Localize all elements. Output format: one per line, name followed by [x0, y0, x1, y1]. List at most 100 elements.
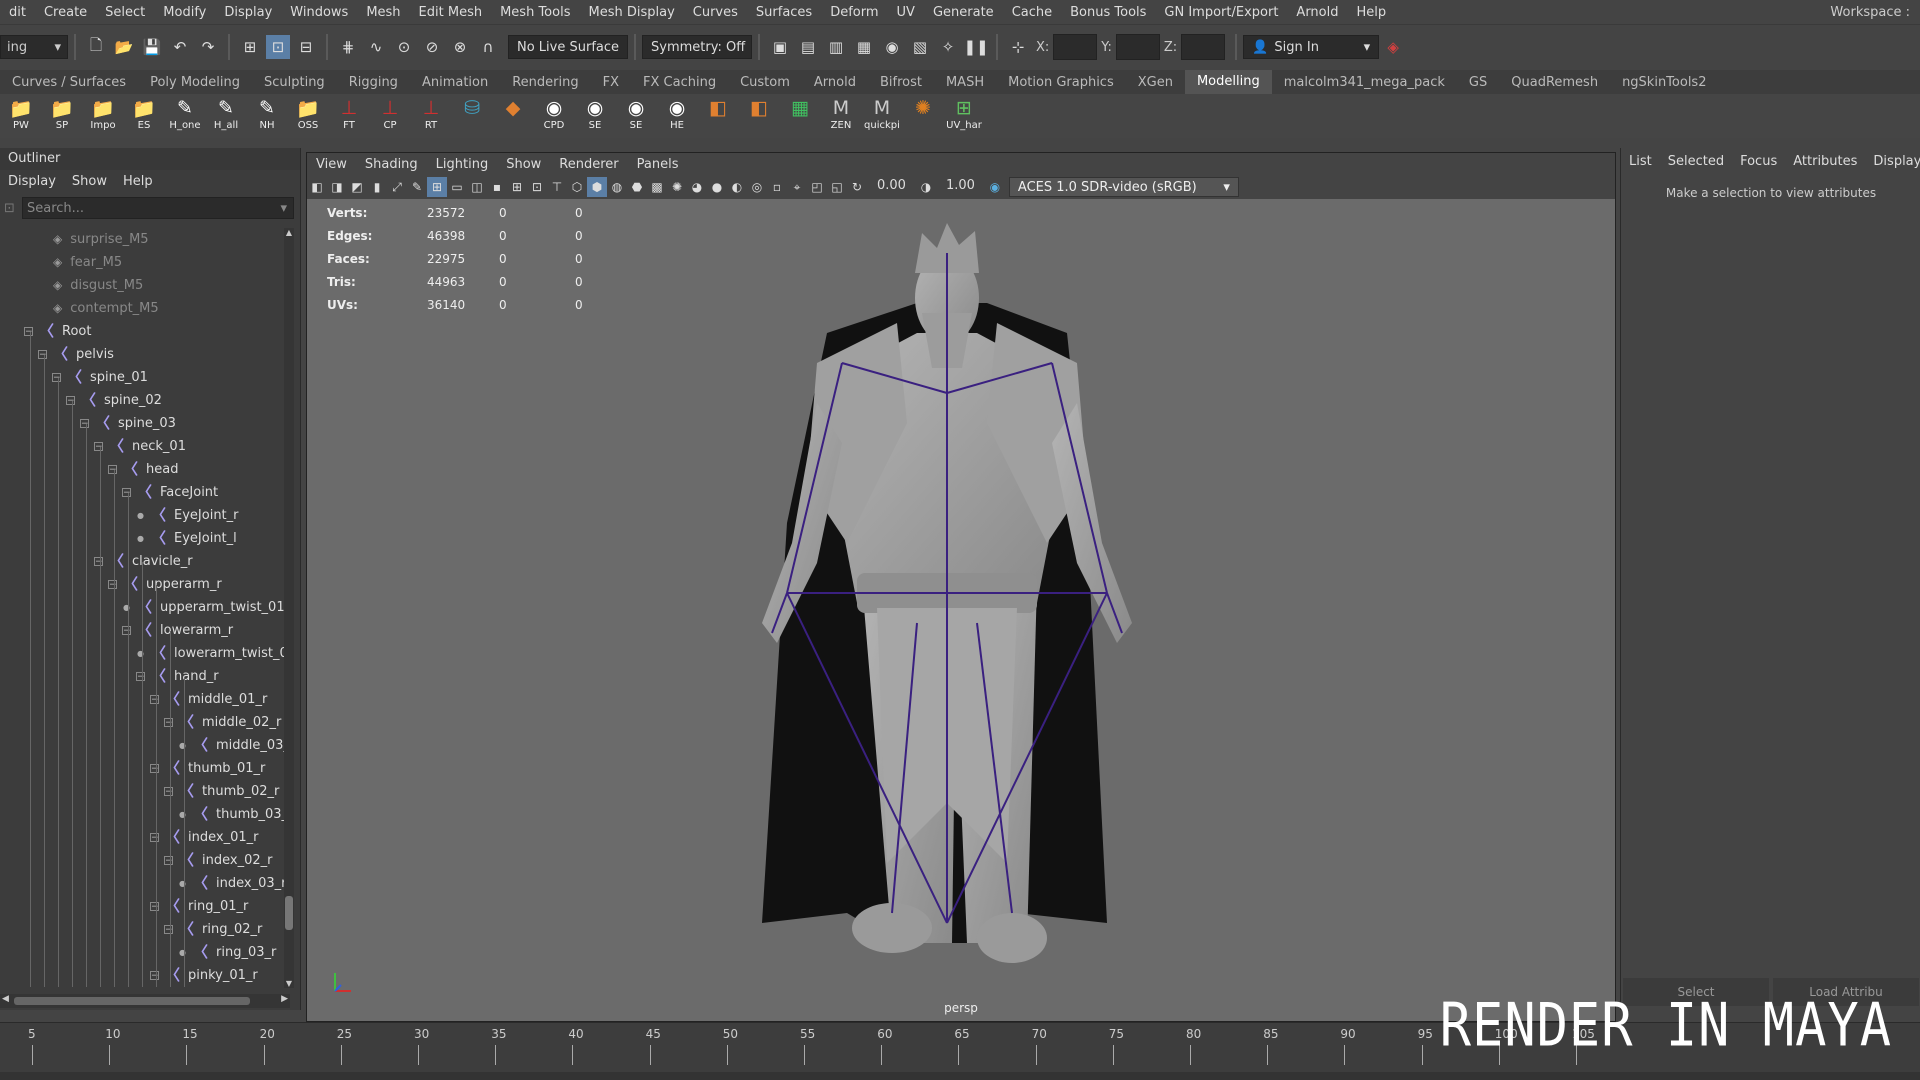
z-coordinate-field[interactable]: [1181, 34, 1226, 60]
shelf-tab[interactable]: Motion Graphics: [996, 75, 1126, 90]
outliner-node[interactable]: − 〈 spine_01: [52, 366, 148, 389]
shelf-button[interactable]: ⊥ RT: [411, 96, 451, 136]
collapse-toggle-icon[interactable]: −: [38, 350, 47, 360]
outliner-node[interactable]: − 〈 spine_02: [66, 389, 162, 412]
outliner-node[interactable]: − 〈 upperarm_r: [108, 573, 222, 596]
outliner-node[interactable]: − 〈 middle_02_r: [164, 711, 281, 734]
menu-item[interactable]: dit: [0, 5, 35, 20]
shelf-button[interactable]: ◆: [493, 96, 533, 136]
character-model[interactable]: [667, 223, 1227, 983]
shelf-tab[interactable]: FX Caching: [631, 75, 728, 90]
collapse-toggle-icon[interactable]: −: [108, 580, 117, 590]
shelf-button[interactable]: Mquickpi: [862, 96, 902, 136]
motion-blur-icon[interactable]: ◐: [727, 177, 747, 197]
select-hierarchy-icon[interactable]: ⊞: [238, 35, 262, 59]
shelf-button[interactable]: ⊞ UV_har: [944, 96, 984, 136]
live-surface-field[interactable]: No Live Surface: [508, 35, 628, 59]
shelf-tab[interactable]: malcolm341_mega_pack: [1272, 75, 1457, 90]
menu-item[interactable]: Edit Mesh: [410, 5, 492, 20]
shelf-tab[interactable]: Sculpting: [252, 75, 337, 90]
collapse-toggle-icon[interactable]: −: [122, 626, 131, 636]
outliner-node[interactable]: ● 〈 ring_03_r: [178, 941, 276, 964]
film-gate-icon[interactable]: ▭: [447, 177, 467, 197]
menu-item[interactable]: Display: [215, 5, 281, 20]
wireframe-icon[interactable]: ⬡: [567, 177, 587, 197]
shelf-button[interactable]: ◉ HE: [657, 96, 697, 136]
outliner-node[interactable]: − 〈 FaceJoint: [122, 481, 218, 504]
menu-item[interactable]: UV: [888, 5, 924, 20]
shelf-button[interactable]: ✎ NH: [247, 96, 287, 136]
outliner-node[interactable]: − 〈 index_01_r: [150, 826, 258, 849]
image-plane-icon[interactable]: ▮: [367, 177, 387, 197]
wireframe-on-shaded-icon[interactable]: ◍: [607, 177, 627, 197]
collapse-toggle-icon[interactable]: −: [164, 787, 173, 797]
outliner-node[interactable]: ● 〈 middle_03_: [178, 734, 290, 757]
viewport-menu-item[interactable]: Renderer: [550, 157, 627, 172]
snap-curve-icon[interactable]: ∿: [364, 35, 388, 59]
hypershade-icon[interactable]: ◉: [880, 35, 904, 59]
save-scene-icon[interactable]: 💾: [140, 35, 164, 59]
menu-item[interactable]: Curves: [684, 5, 747, 20]
snap-grid-icon[interactable]: ⋕: [336, 35, 360, 59]
menu-item[interactable]: Select: [96, 5, 154, 20]
light-editor-icon[interactable]: ✧: [936, 35, 960, 59]
shelf-tab[interactable]: FX: [591, 75, 631, 90]
transform-mode-icon[interactable]: ⊹: [1006, 35, 1030, 59]
shelf-tab[interactable]: GS: [1457, 75, 1499, 90]
exposure-field[interactable]: 0.00: [873, 178, 910, 196]
shelf-button[interactable]: ◉ CPD: [534, 96, 574, 136]
scroll-thumb[interactable]: [285, 896, 293, 930]
scroll-up-icon[interactable]: ▲: [284, 228, 294, 237]
ae-tab-display[interactable]: Display: [1865, 154, 1920, 169]
shelf-button[interactable]: ◉ SE: [616, 96, 656, 136]
anti-aliasing-icon[interactable]: ◎: [747, 177, 767, 197]
menu-item[interactable]: Deform: [821, 5, 887, 20]
menu-item[interactable]: Windows: [281, 5, 357, 20]
shelf-tab[interactable]: QuadRemesh: [1499, 75, 1610, 90]
xray-joints-icon[interactable]: ◰: [807, 177, 827, 197]
snap-magnet-icon[interactable]: ∩: [476, 35, 500, 59]
textured-icon[interactable]: ▩: [647, 177, 667, 197]
shelf-tab[interactable]: XGen: [1126, 75, 1185, 90]
depth-of-field-icon[interactable]: ▫: [767, 177, 787, 197]
xray-active-icon[interactable]: ◱: [827, 177, 847, 197]
outliner-menu-display[interactable]: Display: [0, 174, 64, 189]
render-view-icon[interactable]: ▣: [768, 35, 792, 59]
collapse-toggle-icon[interactable]: −: [66, 396, 75, 406]
outliner-node[interactable]: ◈ surprise_M5: [38, 228, 149, 251]
shelf-button[interactable]: ⊥ FT: [329, 96, 369, 136]
snap-surface-icon[interactable]: ⊗: [448, 35, 472, 59]
safe-title-icon[interactable]: ⊤: [547, 177, 567, 197]
gamma-icon[interactable]: ◑: [916, 177, 936, 197]
menu-item[interactable]: Create: [35, 5, 96, 20]
range-slider[interactable]: [0, 1072, 1920, 1080]
outliner-node[interactable]: − 〈 thumb_01_r: [150, 757, 265, 780]
collapse-toggle-icon[interactable]: −: [24, 327, 33, 337]
ipr-render-icon[interactable]: ▥: [824, 35, 848, 59]
redo-icon[interactable]: ↷: [196, 35, 220, 59]
collapse-toggle-icon[interactable]: −: [136, 672, 145, 682]
collapse-toggle-icon[interactable]: −: [150, 764, 159, 774]
gate-mask-icon[interactable]: ▪: [487, 177, 507, 197]
symmetry-dropdown[interactable]: Symmetry: Off: [642, 35, 752, 59]
collapse-toggle-icon[interactable]: −: [150, 695, 159, 705]
menu-item[interactable]: Mesh Display: [579, 5, 683, 20]
scroll-right-icon[interactable]: ▶: [281, 994, 288, 1004]
shelf-button[interactable]: 📁 PW: [1, 96, 41, 136]
bookmark-icon[interactable]: ◩: [347, 177, 367, 197]
outliner-node[interactable]: − 〈 pelvis: [38, 343, 114, 366]
search-filter-icon[interactable]: ⊡: [4, 201, 22, 216]
shelf-button[interactable]: ◧: [739, 96, 779, 136]
outliner-node[interactable]: − 〈 neck_01: [94, 435, 186, 458]
outliner-node[interactable]: − 〈 clavicle_r: [94, 550, 193, 573]
shelf-button[interactable]: 📁 Impo: [83, 96, 123, 136]
shelf-button[interactable]: ✺: [903, 96, 943, 136]
gamma-field[interactable]: 1.00: [942, 178, 979, 196]
outliner-node[interactable]: − 〈 index_02_r: [164, 849, 272, 872]
outliner-node[interactable]: ● 〈 thumb_03_i: [178, 803, 290, 826]
shelf-tab[interactable]: Poly Modeling: [138, 75, 252, 90]
isolate-select-icon[interactable]: ⌖: [787, 177, 807, 197]
outliner-node[interactable]: − 〈 head: [108, 458, 178, 481]
outliner-node[interactable]: − 〈 lowerarm_r: [122, 619, 233, 642]
viewport-menu-item[interactable]: Lighting: [427, 157, 498, 172]
